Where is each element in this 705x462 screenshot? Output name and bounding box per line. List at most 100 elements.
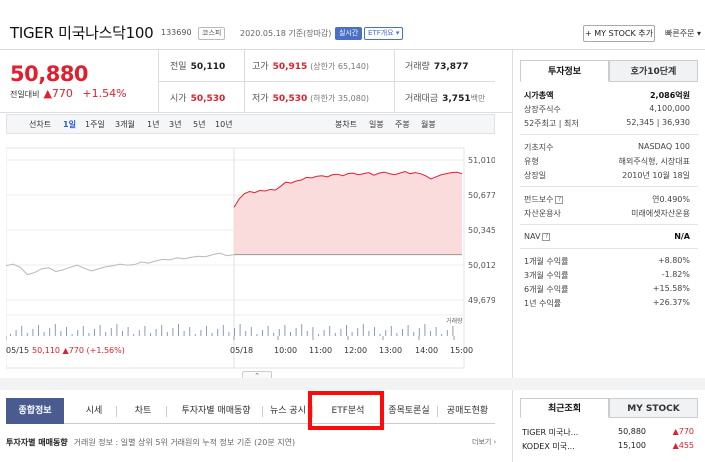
volume-bar [362,324,364,336]
divider [512,50,513,378]
volume-bar [340,329,342,336]
volume-bar [133,334,135,336]
volume-bar [262,330,263,336]
volume-bar [183,331,185,336]
stat-volume: 거래량 73,877 [405,62,469,72]
volume-bar [452,326,454,336]
volume-label: 거래량 [446,317,463,325]
change-pct: +1.54% [82,87,127,100]
volume-bar [250,327,252,336]
stat-prev: 전일 50,110 [170,62,226,72]
investor-section: 투자자별 매매동향 거래원 정보 : 일별 상위 5위 거래원의 누적 정보 기준… [6,437,295,448]
volume-bar [77,330,79,336]
volume-bar [357,328,359,336]
volume-bar [82,326,84,336]
tab-separator [262,406,263,417]
volume-bar [116,324,118,336]
volume-bar [194,334,196,336]
add-mystock-button[interactable]: + MY STOCK 추가 [583,25,655,42]
side-tabs: 투자정보 호가10단계 [520,60,698,82]
divider [520,248,698,249]
main-tabs: 종합정보 시세 차트 투자자별 매매동향 뉴스 공시 ETF분석 종목토론실 공… [6,398,495,424]
volume-bar [301,324,303,336]
today-area [234,171,462,255]
volume-bar [228,332,230,336]
volume-bar [21,326,23,336]
help-icon[interactable]: ? [555,195,564,204]
volume-bar [211,333,213,336]
more-link[interactable]: 더보기 › [472,437,496,447]
tab-order-book[interactable]: 호가10단계 [609,60,698,82]
volume-bar [71,334,73,336]
volume-bar [351,332,353,336]
range-10y[interactable]: 10년 [215,119,233,130]
candle-monthly[interactable]: 월봉 [421,119,436,130]
stat-open: 시가 50,530 [170,94,226,104]
volume-bar [424,324,426,336]
volume-bar [256,334,258,336]
volume-bar [295,328,297,336]
volume-bar [418,328,420,336]
volume-bar [99,325,101,336]
volume-bar [38,325,39,336]
y-tick-label: 50,677 [468,191,495,200]
range-1y[interactable]: 1년 [147,119,159,130]
range-1d[interactable]: 1일 [63,119,76,130]
x-tick-label: 13:00 [379,346,402,355]
realtime-tag[interactable]: 실시간 [335,27,363,40]
stat-high: 고가 50,915 (상한가 65,140) [252,62,370,72]
price-chart[interactable]: 51,010 50,677 50,345 50,012 49,679 거래량 05/18 10… [5,140,496,370]
range-5y[interactable]: 5년 [193,119,205,130]
tab-investor[interactable]: 투자자별 매매동향 [172,398,260,424]
current-price: 50,880 [10,62,89,86]
etf-overview-tag[interactable]: ETF개요 ▾ [364,27,404,40]
tab-discussion[interactable]: 종목토론실 [384,398,434,424]
tab-recent[interactable]: 최근조회 [520,398,609,418]
tab-chart[interactable]: 차트 [124,398,162,424]
x-tick-label: 11:00 [309,346,332,355]
volume-bar [94,329,95,336]
volume-bar [390,326,392,336]
prev-day-line [5,252,235,276]
volume-bar [402,329,403,336]
volume-bar [245,331,247,336]
candle-daily[interactable]: 일봉 [369,119,384,130]
stat-amount: 거래대금 3,751백만 [405,94,486,104]
range-3y[interactable]: 3년 [169,119,181,130]
volume-bar [284,325,286,336]
price-change: 전일대비 ▲770 +1.54% [10,87,127,100]
volume-bar [144,326,146,336]
investor-title: 투자자별 매매동향 [6,438,68,447]
volume-bar [138,330,140,336]
volume-bar [239,324,241,336]
volume-bar [374,327,375,336]
help-icon[interactable]: ? [542,232,551,241]
up-arrow-icon: ▲ [43,87,52,100]
x-tick-label: 10:00 [274,346,297,355]
volume-bar [60,331,62,336]
quick-order-button[interactable]: 빠른주문 ▾ [665,28,701,39]
volume-bar [312,327,314,336]
tab-overview[interactable]: 종합정보 [6,398,64,424]
volume-bar [234,328,235,336]
volume-bar [127,327,129,336]
tab-short-selling[interactable]: 공매도현황 [440,398,495,424]
tab-quote[interactable]: 시세 [76,398,112,424]
x-tick-label: 05/18 [230,346,253,355]
bottom-change: 50,110 ▲770 (+1.56%) [32,346,125,355]
range-1w[interactable]: 1주일 [85,119,105,130]
volume-bar [49,328,51,336]
volume-bar [10,334,11,336]
divider [158,81,495,82]
volume-bar [88,333,90,336]
candle-weekly[interactable]: 주봉 [395,119,410,130]
tab-mystock[interactable]: MY STOCK [609,398,698,418]
tab-invest-info[interactable]: 투자정보 [520,60,609,82]
range-3m[interactable]: 3개월 [115,119,135,130]
tab-news[interactable]: 뉴스 공시 [264,398,312,424]
volume-bar [178,324,179,336]
price-chart-svg: 51,010 50,677 50,345 50,012 49,679 거래량 05/18 10… [5,147,496,369]
market-tag: 코스피 [198,27,226,40]
tab-separator [116,406,117,417]
recent-tabs: 최근조회 MY STOCK [520,398,698,418]
